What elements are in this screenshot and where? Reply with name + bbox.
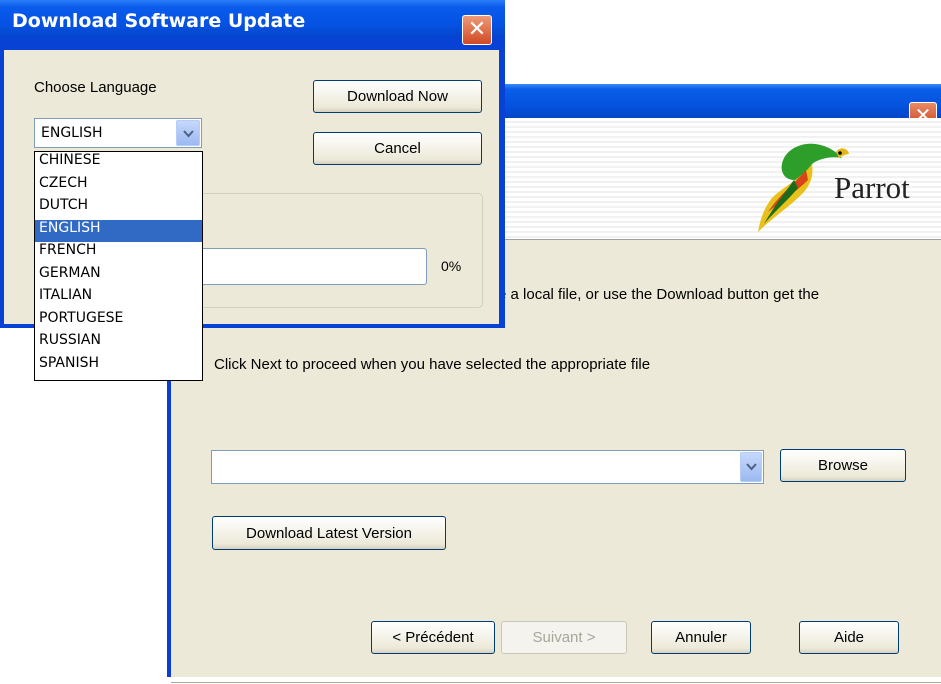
chevron-down-icon	[183, 130, 194, 138]
language-option[interactable]: CHINESE	[35, 152, 202, 175]
language-option[interactable]: PORTUGESE	[35, 310, 202, 333]
dialog-close-button[interactable]: ✕	[462, 15, 492, 45]
dialog-titlebar: Download Software Update	[0, 0, 505, 37]
language-option[interactable]: RUSSIAN	[35, 332, 202, 355]
proceed-instruction: Click Next to proceed when you have sele…	[214, 356, 651, 373]
brand-name: Parrot	[834, 170, 910, 205]
download-software-update-dialog: Download Software Update ✕ Choose Langua…	[0, 0, 505, 381]
wizard-cancel-button[interactable]: Annuler	[651, 621, 751, 654]
progress-percent: 0%	[441, 258, 462, 274]
help-button[interactable]: Aide	[799, 621, 899, 654]
dialog-cancel-button[interactable]: Cancel	[313, 132, 482, 165]
download-latest-version-button[interactable]: Download Latest Version	[212, 516, 446, 550]
language-select[interactable]: ENGLISH	[34, 118, 202, 148]
dialog-title: Download Software Update	[12, 10, 306, 32]
language-option[interactable]: DUTCH	[35, 197, 202, 220]
previous-button[interactable]: < Précédent	[371, 621, 495, 654]
close-icon: ✕	[467, 17, 487, 42]
next-button[interactable]: Suivant >	[501, 621, 627, 654]
language-select-value: ENGLISH	[41, 125, 103, 141]
instruction-text: e a local file, or use the Download butt…	[498, 286, 820, 303]
chevron-down-icon	[746, 463, 757, 471]
language-dropdown-button[interactable]	[176, 120, 200, 146]
browse-button[interactable]: Browse	[780, 449, 906, 482]
download-now-button[interactable]: Download Now	[313, 80, 482, 113]
file-path-combo[interactable]	[211, 450, 764, 484]
language-option[interactable]: ENGLISH	[35, 219, 202, 242]
download-progress-bar	[200, 248, 427, 285]
language-option[interactable]: ITALIAN	[35, 287, 202, 310]
language-option[interactable]: FRENCH	[35, 242, 202, 265]
language-option[interactable]: SPANISH	[35, 355, 202, 378]
language-dropdown-list: CHINESE CZECH DUTCH ENGLISH FRENCH GERMAN ITAL…	[34, 151, 203, 381]
language-option[interactable]: CZECH	[35, 175, 202, 198]
choose-language-label: Choose Language	[34, 79, 157, 96]
language-option[interactable]: GERMAN	[35, 265, 202, 288]
file-combo-dropdown-button[interactable]	[740, 452, 762, 482]
